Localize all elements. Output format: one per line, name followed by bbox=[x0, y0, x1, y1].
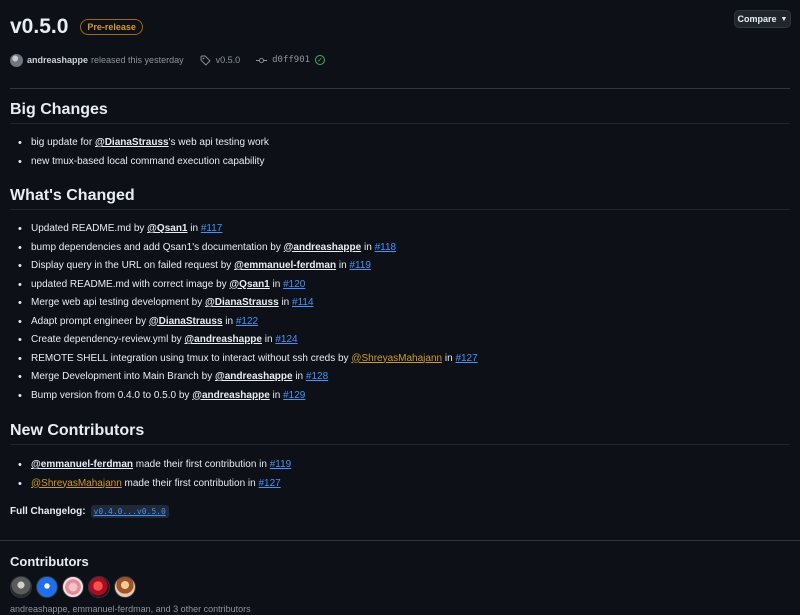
item-text: big update for bbox=[31, 137, 95, 148]
divider bbox=[10, 88, 790, 89]
user-mention[interactable]: @DianaStrauss bbox=[205, 297, 279, 308]
item-text: Merge Development into Main Branch by bbox=[31, 371, 215, 382]
item-text: REMOTE SHELL integration using tmux to i… bbox=[31, 352, 352, 364]
list-item: updated README.md with correct image by … bbox=[18, 276, 478, 295]
tag-link[interactable]: v0.5.0 bbox=[216, 55, 241, 65]
pr-link[interactable]: #114 bbox=[292, 297, 314, 308]
item-text: Adapt prompt engineer by bbox=[31, 315, 149, 327]
released-text: released this yesterday bbox=[91, 55, 184, 65]
big-changes-heading: Big Changes bbox=[10, 101, 108, 118]
new-contributors-heading: New Contributors bbox=[10, 422, 145, 439]
contributor-names: andreashappe, emmanuel-ferdman, and 3 ot… bbox=[10, 604, 251, 614]
in-text: in bbox=[269, 389, 284, 401]
user-mention[interactable]: @ShreyasMahajann bbox=[31, 478, 122, 489]
list-item: Adapt prompt engineer by @DianaStrauss i… bbox=[18, 313, 478, 332]
release-meta: andreashappe released this yesterday v0.… bbox=[10, 53, 326, 67]
list-item: big update for @DianaStrauss's web api t… bbox=[18, 134, 269, 153]
pr-link[interactable]: #119 bbox=[270, 459, 292, 470]
whats-changed-list: Updated README.md by @Qsan1 in #117 bump … bbox=[18, 220, 478, 405]
full-changelog: Full Changelog: v0.4.0...v0.5.0 bbox=[10, 505, 169, 518]
item-text: Updated README.md by bbox=[31, 223, 148, 234]
item-text: Merge web api testing development by bbox=[31, 297, 205, 308]
item-text: updated README.md with correct image by bbox=[31, 278, 230, 290]
tag-icon bbox=[200, 55, 211, 66]
list-item: bump dependencies and add Qsan1's docume… bbox=[18, 239, 478, 258]
check-circle-icon[interactable]: ✓ bbox=[315, 55, 326, 65]
heading-underline bbox=[10, 444, 790, 445]
heading-underline bbox=[10, 123, 790, 124]
in-text: in bbox=[269, 278, 284, 290]
prerelease-badge: Pre-release bbox=[80, 19, 143, 35]
list-item: Bump version from 0.4.0 to 0.5.0 by @and… bbox=[18, 387, 478, 406]
in-text: in bbox=[336, 260, 350, 271]
list-item: Updated README.md by @Qsan1 in #117 bbox=[18, 220, 478, 239]
user-mention[interactable]: @andreashappe bbox=[192, 390, 270, 401]
pr-link[interactable]: #117 bbox=[201, 223, 223, 234]
list-item: @ShreyasMahajann made their first contri… bbox=[18, 475, 291, 494]
item-text: 's web api testing work bbox=[168, 137, 269, 148]
avatar[interactable] bbox=[36, 576, 58, 598]
in-text: in bbox=[442, 352, 456, 364]
changelog-link[interactable]: v0.4.0...v0.5.0 bbox=[90, 505, 169, 518]
item-text: Bump version from 0.4.0 to 0.5.0 by bbox=[31, 389, 193, 401]
heading-underline bbox=[10, 209, 790, 210]
item-text: Create dependency-review.yml by bbox=[31, 334, 185, 345]
list-item: Merge Development into Main Branch by @a… bbox=[18, 368, 478, 387]
avatar[interactable] bbox=[10, 576, 32, 598]
user-mention[interactable]: @DianaStrauss bbox=[149, 316, 223, 327]
in-text: in bbox=[222, 315, 236, 327]
list-item: Create dependency-review.yml by @andreas… bbox=[18, 331, 478, 350]
commit-icon bbox=[256, 57, 268, 63]
pr-link[interactable]: #124 bbox=[275, 334, 297, 345]
list-item: Display query in the URL on failed reque… bbox=[18, 257, 478, 276]
pr-link[interactable]: #120 bbox=[283, 279, 305, 290]
pr-link[interactable]: #128 bbox=[306, 371, 328, 382]
in-text: in bbox=[278, 297, 293, 308]
in-text: in bbox=[292, 371, 306, 382]
list-item: REMOTE SHELL integration using tmux to i… bbox=[18, 350, 478, 369]
user-mention[interactable]: @emmanuel-ferdman bbox=[234, 260, 336, 271]
item-text: made their first contribution in bbox=[133, 459, 270, 470]
item-text: made their first contribution in bbox=[121, 477, 259, 489]
pr-link[interactable]: #127 bbox=[455, 353, 477, 364]
in-text: in bbox=[187, 223, 201, 234]
list-item: @emmanuel-ferdman made their first contr… bbox=[18, 456, 291, 475]
author-avatar[interactable] bbox=[10, 53, 23, 67]
user-mention[interactable]: @andreashappe bbox=[215, 371, 293, 382]
release-header: v0.5.0 Pre-release bbox=[10, 12, 143, 42]
pr-link[interactable]: #129 bbox=[283, 390, 305, 401]
in-text: in bbox=[361, 241, 375, 253]
chevron-down-icon: ▼ bbox=[780, 15, 788, 23]
user-mention[interactable]: @andreashappe bbox=[284, 242, 362, 253]
changelog-label: Full Changelog: bbox=[10, 506, 86, 517]
user-mention[interactable]: @ShreyasMahajann bbox=[351, 353, 442, 364]
pr-link[interactable]: #127 bbox=[259, 478, 281, 489]
item-text: bump dependencies and add Qsan1's docume… bbox=[31, 241, 284, 253]
big-changes-list: big update for @DianaStrauss's web api t… bbox=[18, 134, 269, 171]
avatar[interactable] bbox=[62, 576, 84, 598]
author-link[interactable]: andreashappe bbox=[27, 55, 88, 65]
list-item: Merge web api testing development by @Di… bbox=[18, 294, 478, 313]
pr-link[interactable]: #118 bbox=[375, 242, 397, 253]
item-text: Display query in the URL on failed reque… bbox=[31, 260, 235, 271]
avatar[interactable] bbox=[114, 576, 136, 598]
release-title[interactable]: v0.5.0 bbox=[10, 15, 68, 39]
user-mention[interactable]: @Qsan1 bbox=[229, 279, 269, 290]
pr-link[interactable]: #122 bbox=[236, 316, 258, 327]
whats-changed-heading: What's Changed bbox=[10, 187, 135, 204]
avatar[interactable] bbox=[88, 576, 110, 598]
user-mention[interactable]: @Qsan1 bbox=[147, 223, 187, 234]
list-item: new tmux-based local command execution c… bbox=[18, 153, 269, 172]
pr-link[interactable]: #119 bbox=[349, 260, 371, 271]
in-text: in bbox=[261, 334, 276, 345]
user-mention[interactable]: @emmanuel-ferdman bbox=[31, 459, 133, 470]
commit-link[interactable]: d0ff901 bbox=[272, 55, 310, 65]
new-contributors-list: @emmanuel-ferdman made their first contr… bbox=[18, 456, 291, 493]
compare-button[interactable]: Compare ▼ bbox=[734, 10, 791, 28]
contributors-heading: Contributors bbox=[10, 554, 89, 569]
compare-label: Compare bbox=[737, 14, 777, 24]
user-mention[interactable]: @andreashappe bbox=[184, 334, 262, 345]
user-mention[interactable]: @DianaStrauss bbox=[95, 137, 169, 148]
contributor-avatars bbox=[10, 576, 136, 598]
